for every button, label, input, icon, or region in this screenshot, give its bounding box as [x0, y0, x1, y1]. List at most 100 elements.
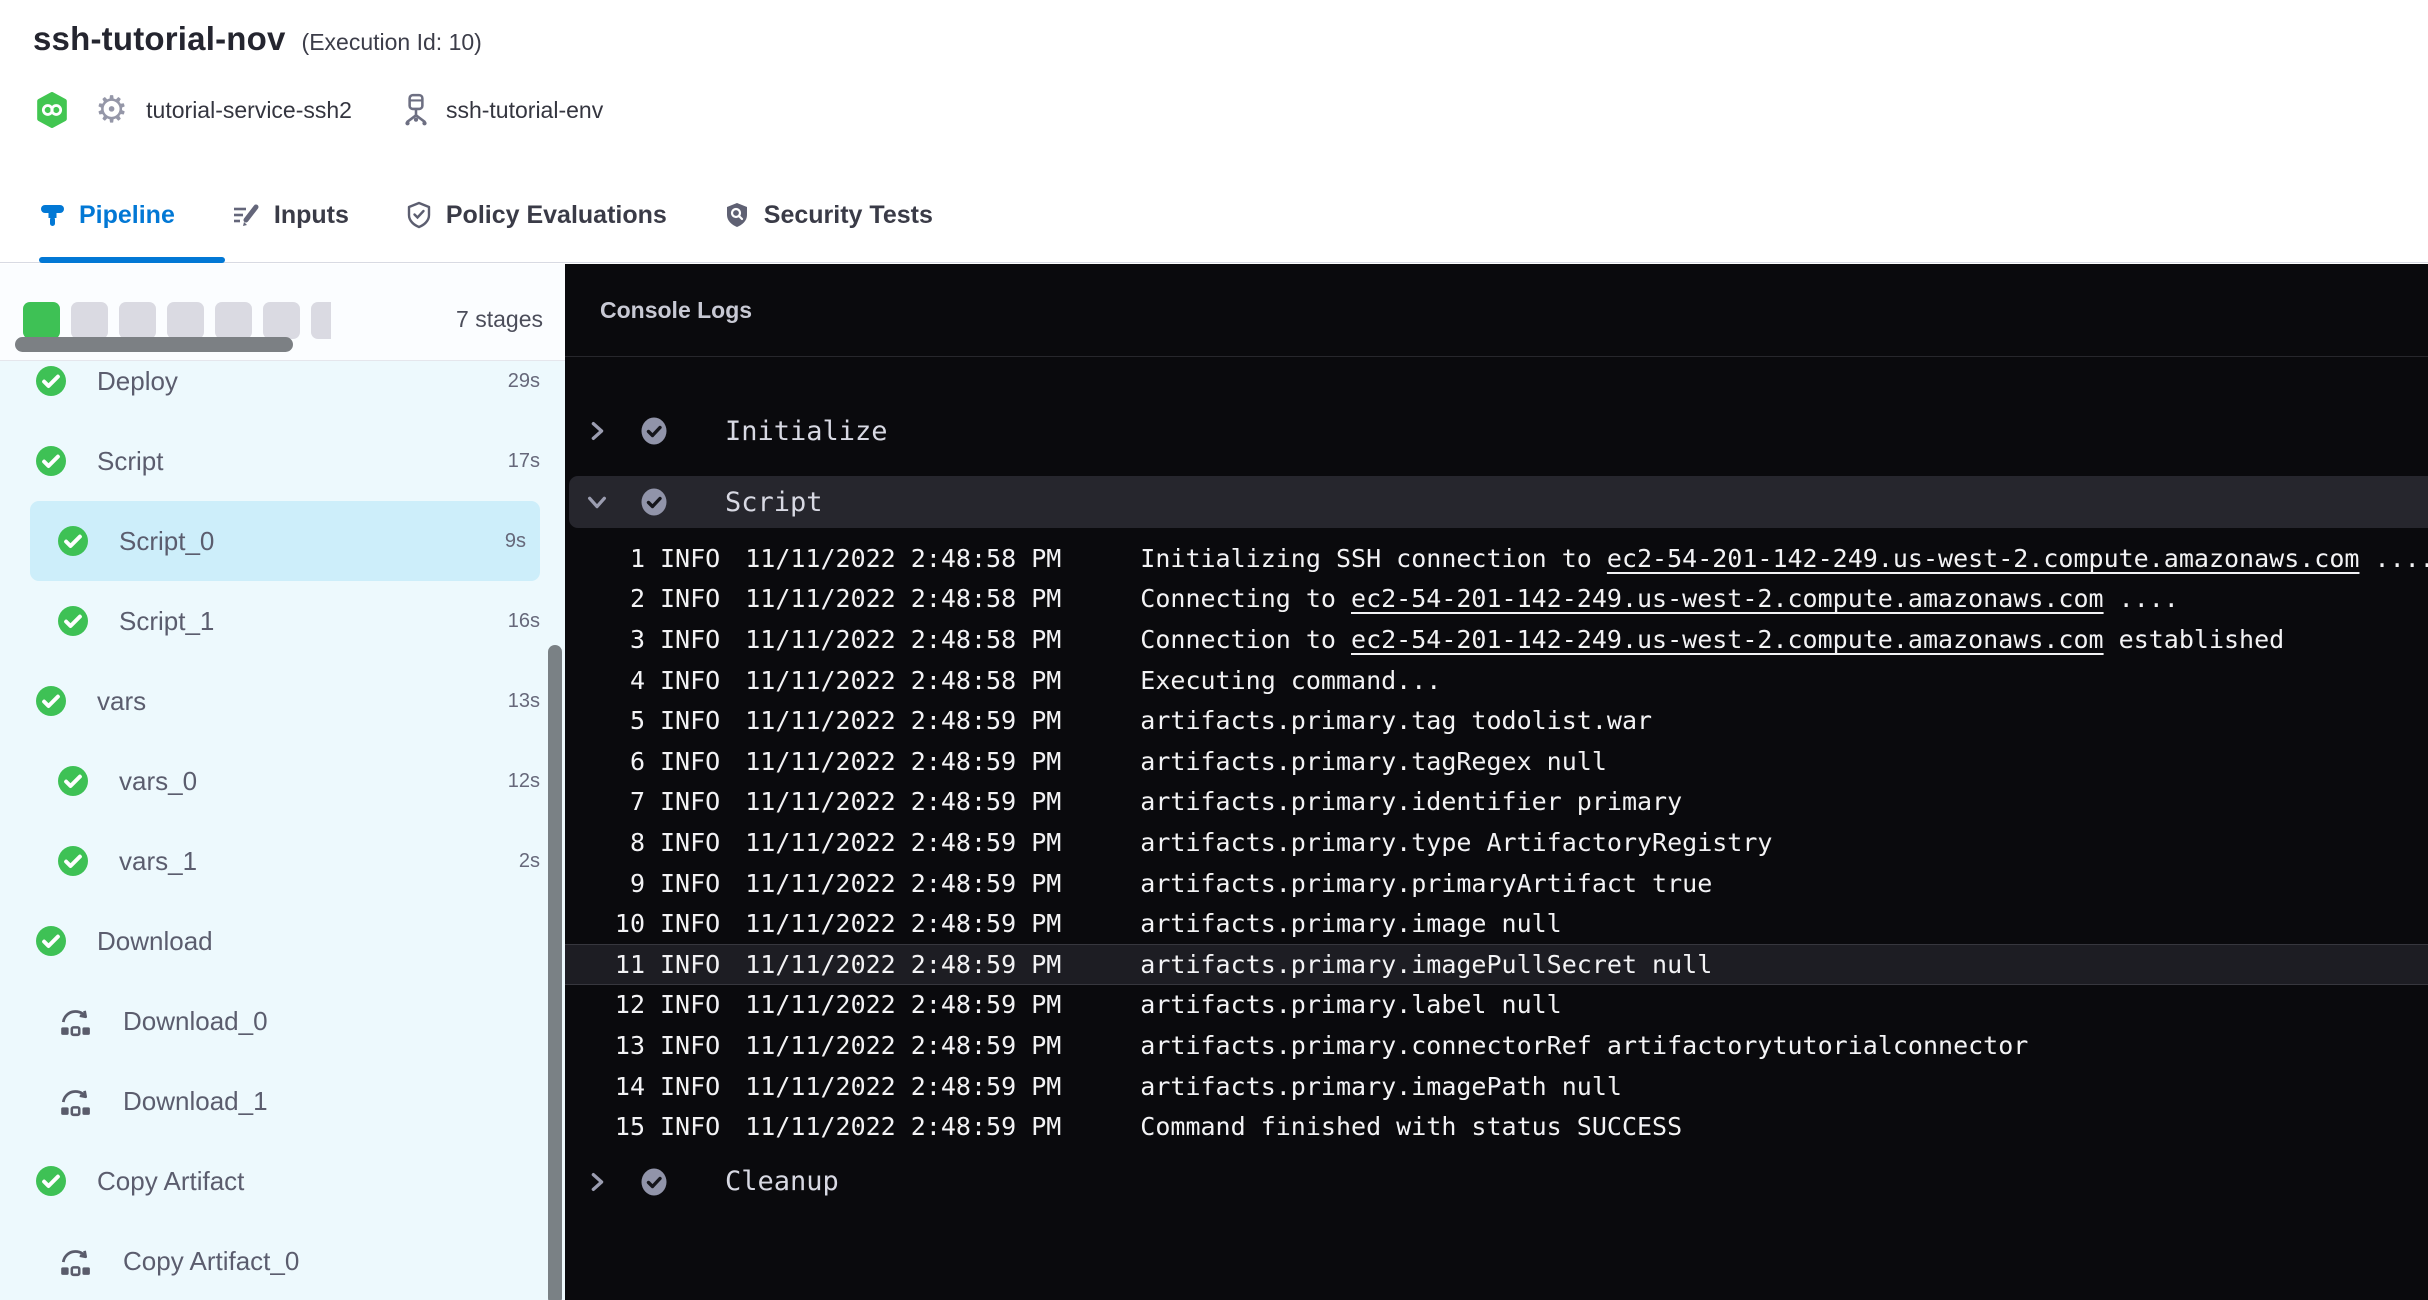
log-line-10: 10INFO11/11/2022 2:48:59 PMartifacts.pri… [565, 903, 2428, 944]
log-line-5: 5INFO11/11/2022 2:48:59 PMartifacts.prim… [565, 700, 2428, 741]
log-line-number: 3 [565, 625, 645, 654]
log-line-number: 11 [565, 950, 645, 979]
log-line-number: 13 [565, 1031, 645, 1060]
minimap-stage-square[interactable] [71, 302, 108, 339]
log-message: Executing command... [1140, 666, 1441, 695]
stage-row-script-1[interactable]: Script_116s [0, 581, 565, 661]
stage-row-vars-1[interactable]: vars_12s [0, 821, 565, 901]
minimap-stage-square[interactable] [263, 302, 300, 339]
cd-module-icon [36, 92, 68, 128]
log-line-number: 14 [565, 1072, 645, 1101]
success-check-icon [640, 417, 668, 445]
console-title: Console Logs [600, 297, 752, 324]
stage-row-download-1[interactable]: Download_1 [0, 1061, 565, 1141]
success-check-icon [58, 766, 88, 796]
minimap-stage-square[interactable] [119, 302, 156, 339]
pipeline-icon [39, 202, 66, 229]
console-section-script[interactable]: Script [569, 476, 2428, 528]
log-message: artifacts.primary.imagePath null [1140, 1072, 1622, 1101]
minimap-stage-square[interactable] [23, 302, 60, 339]
log-level: INFO [660, 1072, 720, 1101]
log-line-number: 15 [565, 1112, 645, 1141]
log-timestamp: 11/11/2022 2:48:59 PM [745, 706, 1061, 735]
log-timestamp: 11/11/2022 2:48:59 PM [745, 1031, 1061, 1060]
chevron-right-icon [586, 419, 608, 443]
chevron-right-icon [586, 1170, 608, 1194]
stage-row-script-0[interactable]: Script_09s [30, 501, 540, 581]
stage-row-download-0[interactable]: Download_0 [0, 981, 565, 1061]
rollback-icon [58, 1084, 92, 1118]
active-tab-indicator [39, 257, 225, 263]
stage-duration: 9s [505, 530, 540, 553]
log-line-1: 1INFO11/11/2022 2:48:58 PMInitializing S… [565, 538, 2428, 579]
success-check-icon [640, 1168, 668, 1196]
environment-icon [400, 93, 432, 127]
stage-duration: 29s [508, 370, 565, 393]
stage-label: vars [97, 686, 146, 717]
log-level: INFO [660, 869, 720, 898]
tab-pipeline[interactable]: Pipeline [39, 168, 203, 262]
stage-row-download[interactable]: Download [0, 901, 565, 981]
log-line-4: 4INFO11/11/2022 2:48:58 PMExecuting comm… [565, 660, 2428, 701]
stage-row-copy-artifact[interactable]: Copy Artifact [0, 1141, 565, 1221]
inputs-icon [231, 202, 261, 229]
log-message: artifacts.primary.tag todolist.war [1140, 706, 1652, 735]
log-line-2: 2INFO11/11/2022 2:48:58 PMConnecting to … [565, 579, 2428, 620]
section-label: Script [725, 487, 823, 518]
log-timestamp: 11/11/2022 2:48:59 PM [745, 1112, 1061, 1141]
stage-label: Script_1 [119, 606, 214, 637]
log-line-number: 5 [565, 706, 645, 735]
log-message: Connecting to ec2-54-201-142-249.us-west… [1140, 584, 2179, 613]
stage-count-label: 7 stages [456, 306, 543, 333]
stage-duration: 17s [508, 450, 565, 473]
stage-row-vars[interactable]: vars13s [0, 661, 565, 741]
log-message: Command finished with status SUCCESS [1140, 1112, 1682, 1141]
log-timestamp: 11/11/2022 2:48:58 PM [745, 544, 1061, 573]
log-message: artifacts.primary.imagePullSecret null [1140, 950, 1712, 979]
log-level: INFO [660, 787, 720, 816]
stage-row-vars-0[interactable]: vars_012s [0, 741, 565, 821]
chevron-down-icon [586, 490, 608, 514]
minimap-stage-square[interactable] [311, 302, 331, 339]
log-timestamp: 11/11/2022 2:48:59 PM [745, 1072, 1061, 1101]
log-line-number: 12 [565, 990, 645, 1019]
tab-policy-evaluations[interactable]: Policy Evaluations [405, 168, 695, 262]
log-line-13: 13INFO11/11/2022 2:48:59 PMartifacts.pri… [565, 1025, 2428, 1066]
stage-label: Download_1 [123, 1086, 268, 1117]
success-check-icon [58, 606, 88, 636]
tab-label: Inputs [274, 201, 349, 230]
execution-id: (Execution Id: 10) [302, 29, 482, 56]
console-section-initialize[interactable]: Initialize [565, 406, 2428, 456]
stage-list: Deploy29sScript17sScript_09sScript_116sv… [0, 341, 565, 1300]
section-label: Cleanup [725, 1166, 839, 1197]
success-check-icon [36, 686, 66, 716]
log-line-number: 8 [565, 828, 645, 857]
tab-inputs[interactable]: Inputs [231, 168, 377, 262]
log-host-link[interactable]: ec2-54-201-142-249.us-west-2.compute.ama… [1607, 544, 2360, 573]
log-host-link[interactable]: ec2-54-201-142-249.us-west-2.compute.ama… [1351, 584, 2104, 613]
tab-security-tests[interactable]: Security Tests [723, 168, 961, 262]
stage-label: vars_1 [119, 846, 197, 877]
sidebar-vertical-scrollbar[interactable] [548, 645, 562, 1300]
log-message: artifacts.primary.identifier primary [1140, 787, 1682, 816]
title-row: ssh-tutorial-nov (Execution Id: 10) [33, 20, 482, 58]
success-check-icon [58, 846, 88, 876]
minimap-stage-square[interactable] [215, 302, 252, 339]
stage-row-script[interactable]: Script17s [0, 421, 565, 501]
rollback-icon [58, 1244, 92, 1278]
environment-name[interactable]: ssh-tutorial-env [446, 97, 603, 124]
console-section-cleanup[interactable]: Cleanup [565, 1157, 2428, 1207]
stage-row-copy-artifact-0[interactable]: Copy Artifact_0 [0, 1221, 565, 1300]
stage-minimap[interactable] [23, 302, 331, 340]
success-check-icon [36, 366, 66, 396]
log-line-8: 8INFO11/11/2022 2:48:59 PMartifacts.prim… [565, 822, 2428, 863]
service-name[interactable]: tutorial-service-ssh2 [146, 97, 352, 124]
minimap-horizontal-scrollbar[interactable] [15, 337, 293, 352]
log-timestamp: 11/11/2022 2:48:59 PM [745, 909, 1061, 938]
log-line-11: 11INFO11/11/2022 2:48:59 PMartifacts.pri… [565, 944, 2428, 985]
log-host-link[interactable]: ec2-54-201-142-249.us-west-2.compute.ama… [1351, 625, 2104, 654]
log-timestamp: 11/11/2022 2:48:59 PM [745, 828, 1061, 857]
log-level: INFO [660, 1112, 720, 1141]
minimap-stage-square[interactable] [167, 302, 204, 339]
log-line-number: 7 [565, 787, 645, 816]
